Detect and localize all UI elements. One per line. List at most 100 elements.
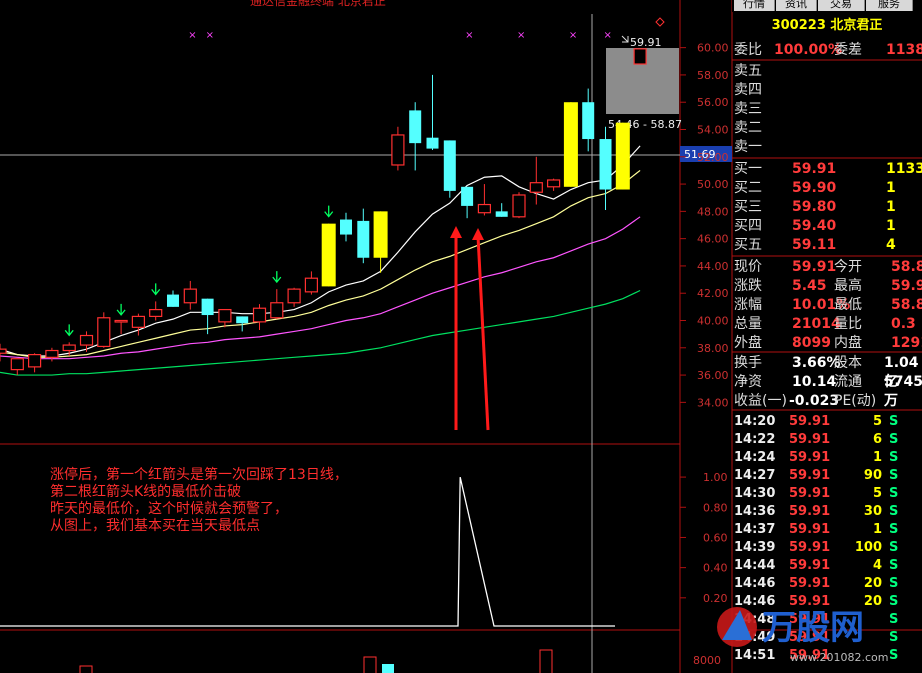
candle-body-up	[0, 348, 7, 354]
sell-level-label: 卖二	[734, 120, 762, 136]
price-tick-label: 50.00	[697, 178, 729, 191]
tick-time: 14:27	[734, 468, 776, 483]
weibi-label: 委比	[734, 42, 762, 58]
candle-body-up	[512, 194, 526, 218]
candle-body-down	[426, 137, 439, 149]
buy-level-price: 59.80	[792, 199, 837, 215]
sell-level-label: 卖三	[734, 101, 762, 117]
candle-body-limit-up	[563, 102, 578, 187]
fund-label: 换手	[734, 355, 762, 371]
buy-signal-arrow	[272, 271, 282, 284]
candle-body-limit-up	[321, 223, 336, 287]
candle-body-down	[167, 294, 179, 307]
stat-label: 外盘	[734, 335, 762, 351]
signal-x-marker: ×	[188, 30, 196, 41]
tab-news[interactable]: 资讯	[776, 0, 817, 11]
tick-row: 14:27 59.91 90 S	[734, 467, 922, 485]
indicator-tick-label: 1.00	[703, 471, 728, 484]
tick-row: 14:46 59.91 20 S	[734, 575, 922, 593]
candle-body-limit-up	[373, 211, 388, 258]
annotation-line: 昨天的最低价，这个时候就会预警了，	[50, 501, 288, 517]
buy-signal-arrow	[116, 303, 126, 316]
stat-value-2: 1291	[891, 335, 922, 351]
candle-body-up	[79, 334, 94, 346]
tick-price: 59.91	[789, 486, 831, 501]
buy-level-price: 59.40	[792, 218, 837, 234]
signal-x-marker: ×	[206, 30, 214, 41]
tick-price: 59.91	[789, 468, 831, 483]
tick-side: S	[889, 522, 899, 537]
tick-volume: 20	[863, 576, 882, 591]
tick-side: S	[889, 558, 899, 573]
buy-level-label: 买三	[734, 199, 762, 215]
price-tick-label: 58.00	[697, 69, 729, 82]
tick-volume: 1	[872, 522, 882, 537]
tick-side: S	[889, 450, 899, 465]
volume-bar	[79, 665, 93, 673]
annotation-line: 涨停后，第一个红箭头是第一次回踩了13日线，	[50, 467, 348, 483]
tick-row: 14:36 59.91 30 S	[734, 503, 922, 521]
volume-bar	[363, 656, 377, 673]
tick-time: 14:20	[734, 414, 776, 429]
tick-price: 59.91	[789, 504, 831, 519]
fund-row: 收益(一) -0.023 PE(动)	[734, 392, 922, 411]
buy-level-label: 买一	[734, 161, 762, 177]
annotation-text: 涨停后，第一个红箭头是第一次回踩了13日线， 第二根红箭头K线的最低价击破 昨天…	[50, 467, 470, 535]
stat-value: 5.45	[792, 278, 827, 294]
tick-time: 14:36	[734, 504, 776, 519]
fund-row: 净资 10.14 流通 5745万	[734, 373, 922, 409]
volume-bar	[382, 664, 394, 673]
tick-volume: 1	[872, 450, 882, 465]
price-tick-label: 56.00	[697, 96, 729, 109]
tick-time: 14:30	[734, 486, 776, 501]
tick-side: S	[889, 504, 899, 519]
candle-body-up	[252, 307, 267, 323]
signal-x-marker: ×	[465, 30, 473, 41]
indicator-tick-label: 0.40	[703, 562, 728, 575]
candle-body-down	[357, 220, 370, 258]
stat-row: 现价 59.91 今开 58.8	[734, 258, 922, 277]
candle-body-up	[633, 48, 647, 65]
stat-value: 8099	[792, 335, 831, 351]
tick-price: 59.91	[789, 522, 831, 537]
tab-trade[interactable]: 交易	[818, 0, 865, 11]
tab-service[interactable]: 服务	[866, 0, 913, 11]
tick-volume: 100	[854, 540, 882, 555]
candle-body-down	[495, 211, 508, 217]
buy-level-label: 买四	[734, 218, 762, 234]
stat-value: 59.91	[792, 259, 837, 275]
tick-volume: 30	[863, 504, 882, 519]
buy-signal-arrow	[324, 205, 334, 218]
annotation-line: 第二根红箭头K线的最低价击破	[50, 484, 242, 500]
volume-bar	[539, 649, 553, 673]
candle-body-up	[149, 308, 163, 318]
candle-body-up	[304, 277, 318, 293]
candle-body-down	[443, 140, 456, 191]
tick-price: 59.91	[789, 540, 831, 555]
candle-body-up	[62, 344, 76, 352]
stat-label-2: 最高	[834, 278, 862, 294]
price-tick-label: 36.00	[697, 369, 729, 382]
fund-label: 收益(一)	[734, 393, 787, 409]
ma-line	[0, 169, 641, 358]
sell-level-row: 卖二	[734, 119, 922, 138]
candle-body-up	[270, 302, 284, 319]
candle-body-down	[340, 219, 352, 235]
sell-level-label: 卖一	[734, 139, 762, 155]
stat-value-2: 59.9	[891, 278, 922, 294]
fund-label-2: PE(动)	[834, 393, 877, 409]
candle-body-down	[582, 102, 595, 140]
candle-body-up	[10, 358, 24, 371]
tick-time: 14:39	[734, 540, 776, 555]
price-tick-label: 34.00	[697, 396, 729, 409]
ma-line	[0, 289, 641, 376]
price-tick-label: 38.00	[697, 342, 729, 355]
candle-body-up	[183, 288, 197, 304]
annotation-red-arrowhead	[472, 228, 484, 240]
tick-side: S	[889, 486, 899, 501]
tab-quote[interactable]: 行情	[734, 0, 775, 11]
tick-price: 59.91	[789, 450, 831, 465]
tick-row: 14:20 59.91 5 S	[734, 413, 922, 431]
buy-level-price: 59.91	[792, 161, 837, 177]
stat-label-2: 今开	[834, 259, 862, 275]
